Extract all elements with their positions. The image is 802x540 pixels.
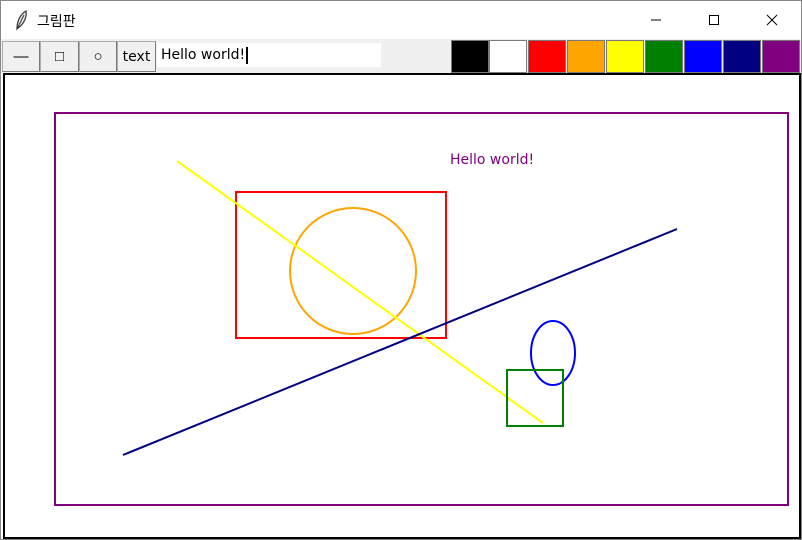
maximize-button[interactable] — [685, 1, 743, 39]
minimize-icon — [650, 14, 662, 26]
purple-frame-rectangle[interactable] — [54, 112, 789, 506]
canvas-drawing: Hello world! — [54, 112, 789, 506]
color-swatch-orange[interactable] — [567, 40, 605, 73]
text-input-value: Hello world! — [161, 47, 246, 63]
color-swatch-navy[interactable] — [723, 40, 761, 73]
oval-tool-label: ○ — [93, 48, 103, 65]
yellow-line[interactable] — [176, 160, 544, 424]
line-tool-label: — — [13, 48, 29, 65]
rectangle-tool-button[interactable]: □ — [40, 41, 79, 72]
close-button[interactable] — [743, 1, 801, 39]
color-swatch-red[interactable] — [528, 40, 566, 73]
rectangle-tool-label: □ — [54, 48, 65, 65]
text-caret — [246, 46, 249, 64]
color-swatch-blue[interactable] — [684, 40, 722, 73]
line-tool-button[interactable]: — — [2, 41, 40, 72]
close-icon — [766, 14, 778, 26]
title-bar[interactable]: 그림판 — [1, 1, 801, 39]
navy-line[interactable] — [122, 228, 678, 456]
text-tool-label: text — [122, 48, 151, 65]
toolbar: — □ ○ text Hello world! — [1, 39, 801, 73]
oval-tool-button[interactable]: ○ — [79, 41, 117, 72]
feather-icon — [13, 9, 31, 31]
paint-window: 그림판 — □ ○ text Hello world! Hello world! — [0, 0, 802, 540]
blue-oval[interactable] — [530, 320, 576, 386]
maximize-icon — [708, 14, 720, 26]
orange-circle[interactable] — [289, 207, 417, 335]
color-swatch-green[interactable] — [645, 40, 683, 73]
color-swatch-purple[interactable] — [762, 40, 800, 73]
red-rectangle[interactable] — [235, 191, 447, 339]
window-title: 그림판 — [37, 14, 76, 30]
text-tool-button[interactable]: text — [117, 41, 156, 72]
color-swatch-white[interactable] — [489, 40, 527, 73]
text-input-field[interactable]: Hello world! — [157, 43, 381, 67]
color-swatch-black[interactable] — [451, 40, 489, 73]
canvas-text-item[interactable]: Hello world! — [450, 152, 534, 168]
minimize-button[interactable] — [627, 1, 685, 39]
drawing-canvas[interactable]: Hello world! — [3, 73, 801, 539]
color-swatch-yellow[interactable] — [606, 40, 644, 73]
